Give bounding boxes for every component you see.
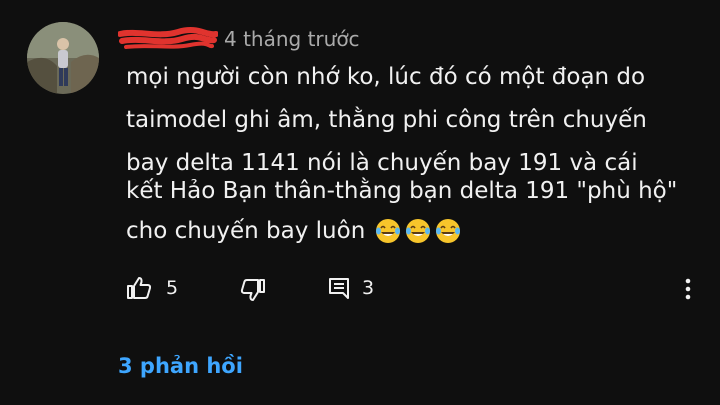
reply-count: 3 bbox=[362, 277, 375, 299]
like-button[interactable]: 5 bbox=[126, 276, 178, 300]
view-replies-link[interactable]: 3 phản hồi bbox=[118, 354, 243, 378]
comment-text-line: bay delta 1141 nói là chuyến bay 191 và … bbox=[126, 150, 638, 176]
thumb-up-icon bbox=[127, 277, 152, 299]
laughing-tears-emoji-icon bbox=[406, 219, 430, 243]
comment-text-line: kết Hảo Bạn thân-thằng bạn delta 191 "ph… bbox=[126, 178, 678, 204]
laughing-tears-emoji-icon bbox=[436, 219, 460, 243]
dislike-button[interactable] bbox=[240, 278, 266, 302]
comment-thread: 4 tháng trước mọi người còn nhớ ko, lúc … bbox=[0, 0, 720, 405]
author-name-redacted[interactable] bbox=[117, 26, 219, 52]
avatar[interactable] bbox=[27, 22, 99, 94]
more-vert-icon bbox=[685, 278, 691, 300]
comment-timestamp[interactable]: 4 tháng trước bbox=[224, 25, 360, 53]
comment-text-line: taimodel ghi âm, thằng phi công trên chu… bbox=[126, 107, 647, 133]
comment-icon bbox=[329, 278, 349, 299]
comment-text-line: cho chuyến bay luôn bbox=[126, 218, 366, 244]
like-count: 5 bbox=[166, 277, 179, 299]
thumb-down-icon bbox=[240, 279, 265, 301]
comment-text-line: mọi người còn nhớ ko, lúc đó có một đoạn… bbox=[126, 64, 646, 90]
laughing-tears-emoji-icon bbox=[376, 219, 400, 243]
emoji-group bbox=[375, 218, 461, 244]
reply-button[interactable]: 3 bbox=[328, 276, 374, 300]
more-options-button[interactable] bbox=[678, 276, 698, 302]
